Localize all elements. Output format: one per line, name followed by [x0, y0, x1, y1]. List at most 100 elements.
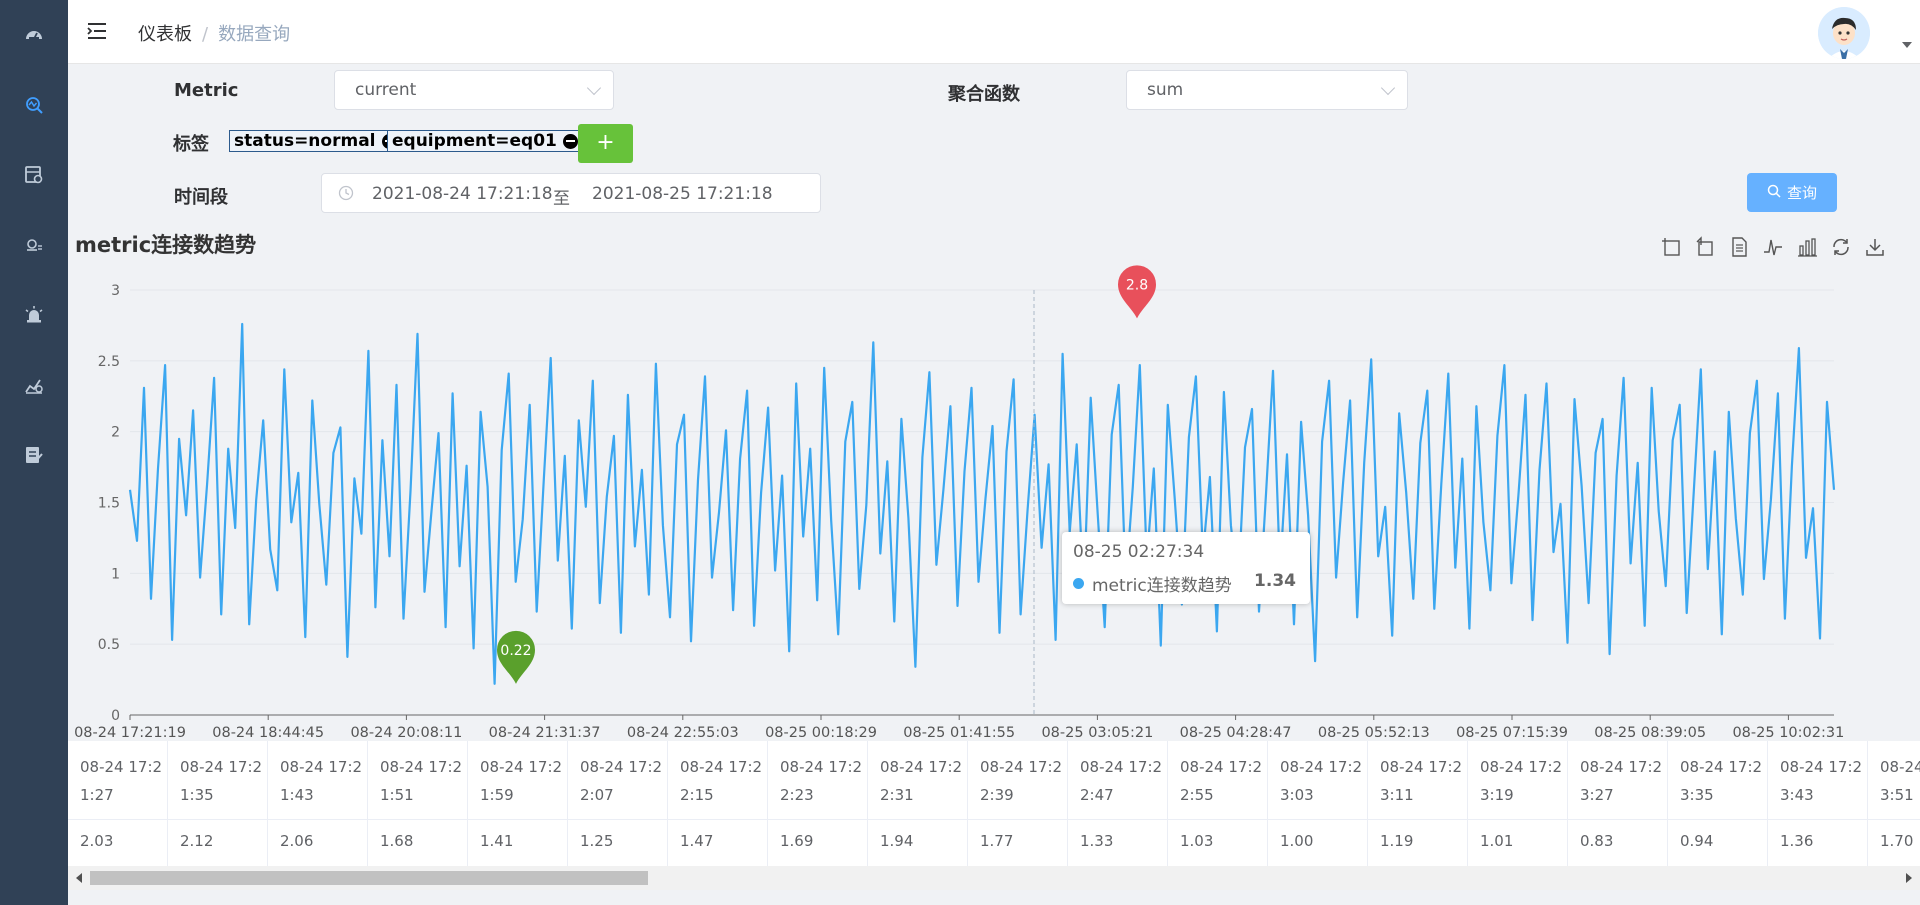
zoom-reset-icon[interactable] — [1694, 236, 1716, 258]
top-navbar: 仪表板 / 数据查询 — [68, 0, 1920, 64]
table-time-cell: 08-24 17:21:43 — [280, 758, 363, 804]
chevron-down-icon — [1380, 80, 1396, 96]
remove-tag-icon[interactable] — [562, 133, 578, 149]
x-tick-label: 08-25 07:15:39 — [1456, 725, 1568, 740]
table-value-cell: 1.36 — [1780, 832, 1814, 850]
horizontal-scrollbar[interactable] — [68, 866, 1920, 890]
table-column: 08-24 17:23:27 0.83 — [1568, 741, 1668, 866]
table-column: 08-24 17:21:59 1.41 — [468, 741, 568, 866]
breadcrumb: 仪表板 / 数据查询 — [138, 20, 290, 46]
table-time-cell: 08-24 17:21:51 — [380, 758, 463, 804]
data-view-icon[interactable] — [1728, 236, 1750, 258]
breadcrumb-current: 数据查询 — [218, 24, 291, 45]
table-time-cell: 08-24 17:22:39 — [980, 758, 1063, 804]
x-tick-label: 08-25 05:52:13 — [1318, 725, 1430, 740]
breadcrumb-separator: / — [202, 24, 209, 45]
dashboard-icon[interactable] — [23, 24, 45, 46]
series-line — [128, 322, 1836, 685]
date-range-picker[interactable]: 2021-08-24 17:21:18 至 2021-08-25 17:21:1… — [321, 173, 821, 213]
table-column: 08-24 17:22:55 1.03 — [1168, 741, 1268, 866]
table-value-cell: 1.70 — [1880, 832, 1914, 850]
table-column: 08-24 17:23:51 1.70 — [1868, 741, 1920, 866]
table-time-cell: 08-24 17:21:27 — [80, 758, 163, 804]
table-time-cell: 08-24 17:23:19 — [1480, 758, 1563, 804]
table-value-cell: 1.68 — [380, 832, 414, 850]
date-start[interactable]: 2021-08-24 17:21:18 — [372, 184, 553, 204]
tag-equipment-text: equipment=eq01 — [392, 131, 557, 151]
table-value-cell: 2.03 — [80, 832, 114, 850]
table-value-cell: 1.69 — [780, 832, 814, 850]
tag-equipment[interactable]: equipment=eq01 — [387, 130, 583, 152]
chart-title: metric连接数趋势 — [75, 233, 257, 257]
date-end[interactable]: 2021-08-25 17:21:18 — [592, 184, 773, 204]
caret-down-icon[interactable] — [1902, 42, 1912, 48]
x-tick-label: 08-25 08:39:05 — [1594, 725, 1706, 740]
table-column: 08-24 17:22:47 1.33 — [1068, 741, 1168, 866]
x-tick-label: 08-25 00:18:29 — [765, 725, 877, 740]
query-button-label: 查询 — [1786, 184, 1817, 202]
line-chart-icon[interactable] — [1762, 236, 1784, 258]
metric-select[interactable]: current — [334, 70, 614, 110]
scroll-left-icon[interactable] — [76, 873, 82, 883]
x-tick-label: 08-24 17:21:19 — [74, 725, 186, 740]
tags-label: 标签 — [173, 134, 209, 155]
table-column: 08-24 17:22:39 1.77 — [968, 741, 1068, 866]
aggregate-label: 聚合函数 — [948, 84, 1020, 105]
footer-space — [68, 890, 1920, 905]
tag-status-text: status=normal — [234, 131, 376, 151]
equipment-icon[interactable] — [23, 234, 45, 256]
table-column: 08-24 17:21:35 2.12 — [168, 741, 268, 866]
table-column: 08-24 17:23:19 1.01 — [1468, 741, 1568, 866]
avatar[interactable] — [1818, 7, 1870, 59]
y-tick-label: 0.5 — [98, 637, 120, 653]
table-column: 08-24 17:23:43 1.36 — [1768, 741, 1868, 866]
metric-label: Metric — [174, 80, 239, 101]
x-tick-label: 08-24 18:44:45 — [212, 725, 324, 740]
table-time-cell: 08-24 17:23:27 — [1580, 758, 1663, 804]
line-chart[interactable]: 0 0.5 1 1.5 2 2.5 3 08-24 17:21:19 08-24 18:44:4… — [0, 260, 1920, 740]
table-column: 08-24 17:21:43 2.06 — [268, 741, 368, 866]
table-value-cell: 1.77 — [980, 832, 1014, 850]
x-tick-label: 08-24 22:55:03 — [627, 725, 739, 740]
tag-status[interactable]: status=normal — [229, 130, 402, 152]
max-point-marker: 2.8 — [1118, 265, 1156, 319]
search-icon — [1767, 184, 1781, 202]
table-time-cell: 08-24 17:21:35 — [180, 758, 263, 804]
query-button[interactable]: 查询 — [1747, 173, 1837, 212]
table-value-cell: 1.41 — [480, 832, 514, 850]
table-time-cell: 08-24 17:23:43 — [1780, 758, 1863, 804]
table-time-cell: 08-24 17:23:35 — [1680, 758, 1763, 804]
x-tick-label: 08-25 03:05:21 — [1041, 725, 1153, 740]
bar-chart-icon[interactable] — [1796, 236, 1818, 258]
x-tick-label: 08-24 20:08:11 — [350, 725, 462, 740]
y-tick-label: 3 — [111, 283, 120, 299]
data-query-icon[interactable] — [23, 94, 45, 116]
scroll-thumb[interactable] — [90, 871, 648, 885]
zoom-icon[interactable] — [1660, 236, 1682, 258]
table-time-cell: 08-24 17:22:47 — [1080, 758, 1163, 804]
y-tick-label: 1 — [111, 566, 120, 582]
table-time-cell: 08-24 17:22:31 — [880, 758, 963, 804]
scroll-right-icon[interactable] — [1906, 873, 1912, 883]
table-column: 08-24 17:23:35 0.94 — [1668, 741, 1768, 866]
table-value-cell: 1.47 — [680, 832, 714, 850]
y-tick-label: 0 — [111, 708, 120, 724]
chevron-down-icon — [586, 80, 602, 96]
breadcrumb-home[interactable]: 仪表板 — [138, 24, 192, 45]
restore-icon[interactable] — [1830, 236, 1852, 258]
table-column: 08-24 17:22:15 1.47 — [668, 741, 768, 866]
table-time-cell: 08-24 17:23:03 — [1280, 758, 1363, 804]
table-value-cell: 1.00 — [1280, 832, 1314, 850]
aggregate-select[interactable]: sum — [1126, 70, 1408, 110]
x-tick-label: 08-25 01:41:55 — [903, 725, 1015, 740]
min-point-marker-label: 0.22 — [500, 643, 531, 659]
server-settings-icon[interactable] — [23, 164, 45, 186]
table-value-cell: 1.19 — [1380, 832, 1414, 850]
table-column: 08-24 17:21:27 2.03 — [68, 741, 168, 866]
table-value-cell: 1.94 — [880, 832, 914, 850]
table-time-cell: 08-24 17:22:23 — [780, 758, 863, 804]
table-column: 08-24 17:23:11 1.19 — [1368, 741, 1468, 866]
download-icon[interactable] — [1864, 236, 1886, 258]
menu-toggle-icon[interactable] — [86, 20, 108, 42]
add-tag-button[interactable]: + — [578, 124, 633, 163]
